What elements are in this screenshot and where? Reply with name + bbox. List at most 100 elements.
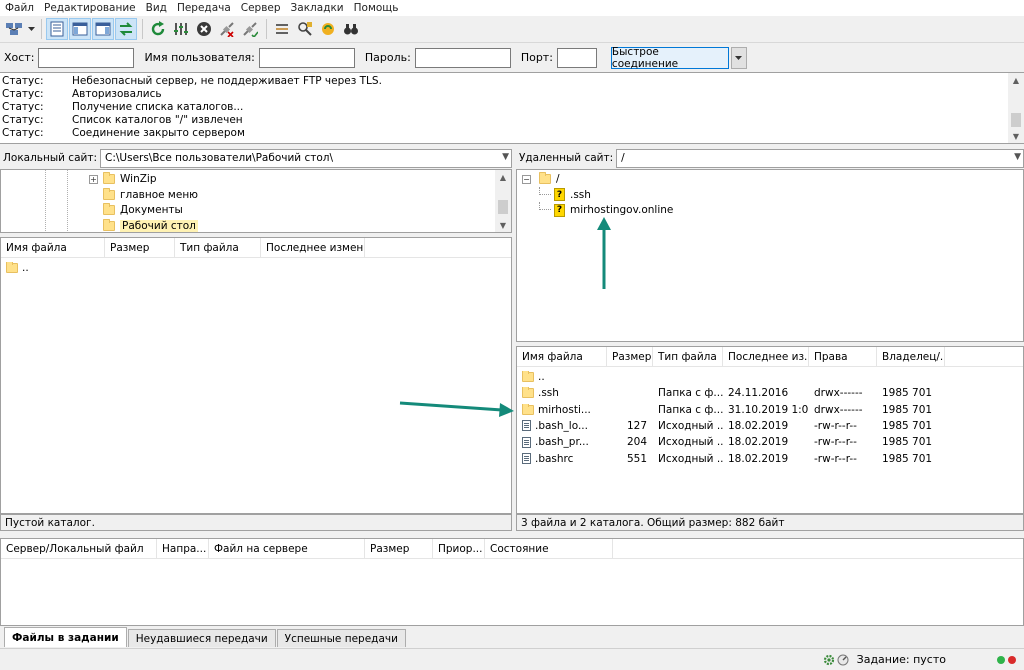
column-header[interactable]: Имя файла <box>1 238 105 258</box>
column-header[interactable]: Последнее измен... <box>261 238 365 258</box>
folder-icon <box>103 203 115 215</box>
column-header[interactable]: Приор... <box>433 539 485 559</box>
column-header[interactable]: Сервер/Локальный файл <box>1 539 157 559</box>
speed-limit-icon[interactable] <box>837 654 849 666</box>
folder-icon <box>103 218 115 231</box>
scroll-up-icon[interactable]: ▲ <box>495 170 511 184</box>
column-header[interactable]: Последнее из... <box>723 347 809 367</box>
site-manager-button[interactable] <box>3 18 25 40</box>
column-header[interactable]: Состояние <box>485 539 613 559</box>
file-type: Папка с ф... <box>658 403 723 416</box>
menu-item[interactable]: Редактирование <box>39 2 141 14</box>
menu-item[interactable]: Вид <box>141 2 172 14</box>
file-size: 204 <box>626 436 647 449</box>
menu-item[interactable]: Закладки <box>286 2 349 14</box>
refresh-button[interactable] <box>147 18 169 40</box>
port-input[interactable] <box>556 47 597 68</box>
scroll-up-icon[interactable]: ▲ <box>1008 73 1024 87</box>
folder-icon <box>522 387 534 399</box>
scroll-thumb[interactable] <box>1011 113 1021 127</box>
search-button[interactable] <box>340 18 362 40</box>
local-tree-scrollbar[interactable]: ▲ ▼ <box>495 170 511 232</box>
username-input[interactable] <box>258 47 355 68</box>
queue-tab[interactable]: Файлы в задании <box>4 627 127 647</box>
password-label: Пароль: <box>364 51 411 64</box>
log-label: Статус: <box>2 127 44 139</box>
gear-icon[interactable] <box>823 654 835 666</box>
host-input[interactable] <box>38 47 135 68</box>
site-manager-dropdown[interactable] <box>26 18 36 40</box>
local-path-input[interactable]: C:\Users\Все пользователи\Рабочий стол\ … <box>100 148 512 168</box>
remote-list-row[interactable]: .bash_pr... 204 Исходный ... 18.02.2019 -rw-… <box>517 434 1023 450</box>
remote-path-input[interactable]: / ▼ <box>616 148 1024 168</box>
column-header[interactable]: Файл на сервере <box>209 539 365 559</box>
column-header[interactable]: Размер <box>105 238 175 258</box>
chevron-down-icon[interactable]: ▼ <box>502 152 509 162</box>
toggle-log-icon <box>50 21 64 37</box>
column-header[interactable]: Тип файла <box>653 347 723 367</box>
quickconnect-history-dropdown[interactable] <box>730 46 747 69</box>
column-header[interactable]: Права <box>809 347 877 367</box>
queue-tab[interactable]: Успешные передачи <box>276 629 406 647</box>
remote-list-row[interactable]: .. <box>517 369 1023 385</box>
remote-list-row[interactable]: .bash_lo... 127 Исходный ... 18.02.2019 -rw-… <box>517 418 1023 434</box>
refresh-icon <box>151 21 165 36</box>
remote-status-text: 3 файла и 2 каталога. Общий размер: 882 … <box>521 516 785 529</box>
queue-tab[interactable]: Неудавшиеся передачи <box>127 629 276 647</box>
remote-list-row[interactable]: .ssh Папка с ф... 24.11.2016 drwx------ 1985… <box>517 385 1023 401</box>
log-scrollbar[interactable]: ▲ ▼ <box>1008 73 1024 143</box>
log-label: Статус: <box>2 101 44 113</box>
cancel-button[interactable] <box>193 18 215 40</box>
scroll-thumb[interactable] <box>498 200 508 214</box>
chevron-down-icon[interactable]: ▼ <box>1014 152 1021 162</box>
local-tree-item[interactable]: + WinZip <box>89 171 157 187</box>
menu-item[interactable]: Помощь <box>349 2 404 14</box>
column-header[interactable]: Имя файла <box>517 347 607 367</box>
sync-browse-button[interactable] <box>317 18 339 40</box>
file-type: Папка с ф... <box>658 387 723 400</box>
password-input[interactable] <box>414 47 511 68</box>
toggle-remote-tree-button[interactable] <box>92 18 114 40</box>
column-header[interactable]: Размер <box>365 539 433 559</box>
file-perms: -rw-r--r-- <box>814 419 857 432</box>
remote-file-list: Имя файла Размер Тип файла Последнее из... П… <box>516 346 1024 514</box>
compare-button[interactable] <box>294 18 316 40</box>
column-header[interactable]: Размер <box>607 347 653 367</box>
process-queue-icon <box>174 23 188 35</box>
disconnect-button[interactable] <box>216 18 238 40</box>
column-header[interactable]: Тип файла <box>175 238 261 258</box>
toggle-log-button[interactable] <box>46 18 68 40</box>
scroll-down-icon[interactable]: ▼ <box>495 218 511 232</box>
expand-icon[interactable]: + <box>89 174 98 184</box>
activity-led-icon <box>997 655 1005 664</box>
chevron-down-icon <box>735 55 743 60</box>
file-name-cell: .bash_pr... <box>517 436 607 448</box>
local-tree-item[interactable]: Рабочий стол <box>89 218 198 233</box>
remote-tree-item[interactable]: ? .ssh <box>539 186 591 203</box>
local-tree-item[interactable]: Документы <box>89 202 183 218</box>
remote-list-row[interactable]: mirhosti... Папка с ф... 31.10.2019 1:07..… <box>517 402 1023 418</box>
scroll-down-icon[interactable]: ▼ <box>1008 129 1024 143</box>
reconnect-button[interactable] <box>239 18 261 40</box>
process-queue-button[interactable] <box>170 18 192 40</box>
collapse-icon[interactable]: − <box>522 174 531 184</box>
filter-button[interactable] <box>271 18 293 40</box>
tree-item-label: главное меню <box>120 188 199 201</box>
remote-list-row[interactable]: .bashrc 551 Исходный ... 18.02.2019 -rw-r--r… <box>517 451 1023 467</box>
menu-item[interactable]: Передача <box>172 2 236 14</box>
file-name: .. <box>22 262 29 274</box>
log-message: Небезопасный сервер, не поддерживает FTP… <box>72 75 382 87</box>
menu-item[interactable]: Файл <box>0 2 39 14</box>
column-header[interactable]: Владелец/... <box>877 347 945 367</box>
column-header[interactable]: Напра... <box>157 539 209 559</box>
toggle-queue-button[interactable] <box>115 18 137 40</box>
local-list-row[interactable]: .. <box>1 260 511 276</box>
local-tree-item[interactable]: главное меню <box>89 187 198 203</box>
menu-item[interactable]: Сервер <box>236 2 286 14</box>
quickconnect-button[interactable]: Быстрое соединение <box>610 46 729 70</box>
unknown-folder-icon: ? <box>554 188 565 201</box>
remote-tree-item[interactable]: − / <box>522 171 560 187</box>
toggle-local-tree-button[interactable] <box>69 18 91 40</box>
remote-tree-item[interactable]: ? mirhostingov.online <box>539 202 673 218</box>
